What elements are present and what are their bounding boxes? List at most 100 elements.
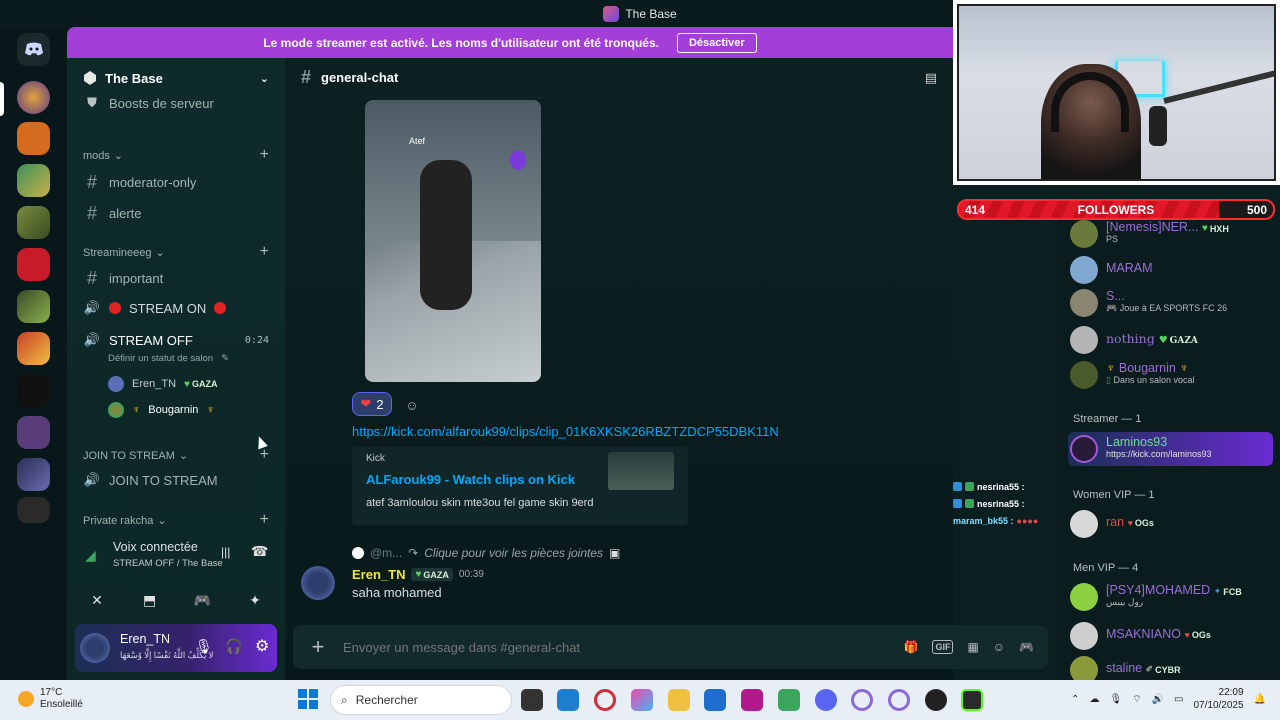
- app-icon[interactable]: [557, 689, 579, 711]
- avatar[interactable]: [80, 633, 110, 663]
- task-view-icon[interactable]: [521, 689, 543, 711]
- taskbar-search[interactable]: ⌕ Rechercher: [330, 685, 512, 715]
- gear-icon[interactable]: ⚙: [255, 636, 269, 656]
- obs-icon[interactable]: [925, 689, 947, 711]
- server-icon-3[interactable]: [17, 164, 50, 197]
- avatar: [1070, 583, 1098, 611]
- category-private-rakcha[interactable]: Private rakcha ⌄: [83, 514, 167, 528]
- member-item[interactable]: MSAKNIANO ♥ OGs: [1070, 622, 1211, 650]
- emoji-icon[interactable]: ☺: [993, 640, 1005, 654]
- wifi-icon[interactable]: ⌔: [1132, 693, 1141, 706]
- taskbar-clock[interactable]: 22:09 07/10/2025: [1193, 686, 1243, 712]
- voice-user-bougarnin[interactable]: ♆ Bougarnin ♆: [67, 402, 285, 418]
- message-link[interactable]: https://kick.com/alfarouk99/clips/clip_0…: [352, 424, 779, 439]
- gif-icon[interactable]: GIF: [932, 640, 954, 654]
- add-channel-icon[interactable]: +: [260, 511, 269, 529]
- disable-streamer-mode-button[interactable]: Désactiver: [676, 32, 757, 53]
- opera-gx-icon[interactable]: [851, 689, 873, 711]
- category-streamineeeg[interactable]: Streamineeeg ⌄: [83, 246, 165, 260]
- add-channel-icon[interactable]: +: [260, 446, 269, 464]
- message-author[interactable]: Eren_TN: [352, 567, 405, 582]
- headphones-icon[interactable]: 🎧: [225, 638, 242, 655]
- clip-video[interactable]: Atef: [365, 100, 541, 382]
- kick-icon[interactable]: [961, 689, 983, 711]
- weather-widget[interactable]: 17°C Ensoleillé: [18, 687, 83, 711]
- soundboard-icon[interactable]: |||: [221, 545, 230, 559]
- channel-join-to-stream[interactable]: 🔊 JOIN TO STREAM: [67, 472, 285, 488]
- activity-icon[interactable]: 🎮: [180, 586, 224, 614]
- member-item[interactable]: MARAM: [1070, 256, 1153, 284]
- copilot-icon[interactable]: [631, 689, 653, 711]
- channel-stream-on[interactable]: 🔊 STREAM ON: [67, 300, 285, 316]
- soundboard-button-icon[interactable]: ✦: [233, 586, 277, 614]
- boosts-item[interactable]: ⛊ Boosts de serveur: [67, 95, 285, 111]
- opera-icon[interactable]: [594, 689, 616, 711]
- server-icon-4[interactable]: [17, 206, 50, 239]
- xbox-icon[interactable]: [778, 689, 800, 711]
- add-reaction-icon[interactable]: ☺: [401, 395, 423, 415]
- embed-thumbnail[interactable]: [608, 452, 674, 490]
- server-folder[interactable]: [17, 497, 50, 523]
- apps-icon[interactable]: 🎮: [1019, 640, 1034, 654]
- member-item[interactable]: ♆ Bougarnin ♆ ▯ Dans un salon vocal: [1070, 361, 1195, 389]
- sticker-icon[interactable]: ▦: [967, 640, 978, 654]
- channel-stream-off[interactable]: 🔊 STREAM OFF 0:24: [67, 332, 285, 348]
- chevron-up-icon[interactable]: ⌃: [1071, 694, 1079, 705]
- screen-share-icon[interactable]: ⬒: [128, 586, 172, 614]
- webcam-overlay: [953, 0, 1280, 185]
- discord-home-button[interactable]: [17, 33, 50, 66]
- discord-taskbar-icon[interactable]: [815, 689, 837, 711]
- app-icon[interactable]: [741, 689, 763, 711]
- mic-arm: [1163, 69, 1274, 104]
- add-channel-icon[interactable]: +: [260, 243, 269, 261]
- pencil-icon: ✎: [221, 353, 230, 364]
- member-item[interactable]: ran ♥ OGs: [1070, 510, 1154, 538]
- gift-icon[interactable]: 🎁: [903, 640, 918, 654]
- opera-gx-icon[interactable]: [888, 689, 910, 711]
- avatar[interactable]: [301, 566, 335, 600]
- member-item[interactable]: nothing ♥ GAZA: [1070, 326, 1198, 354]
- server-icon-6[interactable]: [17, 290, 50, 323]
- store-icon[interactable]: [704, 689, 726, 711]
- chevron-down-icon[interactable]: ⌄: [260, 72, 269, 85]
- reply-preview[interactable]: @m... ↷ Clique pour voir les pièces join…: [352, 546, 620, 560]
- message-input[interactable]: [343, 639, 904, 655]
- channel-alerte[interactable]: # alerte: [67, 203, 285, 224]
- windows-start-icon[interactable]: [298, 689, 318, 709]
- notification-icon[interactable]: 🔔: [1254, 694, 1266, 705]
- volume-icon[interactable]: 🔊: [1152, 694, 1164, 705]
- disconnect-icon[interactable]: ☎: [251, 543, 268, 560]
- chat-area: # general-chat ▤ Atef ❤ 2 ☺ https://kick…: [285, 58, 1048, 680]
- member-item[interactable]: Laminos93 https://kick.com/laminos93: [1070, 435, 1212, 463]
- server-icon-2[interactable]: [17, 122, 50, 155]
- channel-status[interactable]: Définir un statut de salon ✎: [67, 353, 285, 364]
- threads-icon[interactable]: ▤: [925, 70, 937, 86]
- server-icon-8[interactable]: [17, 374, 50, 407]
- voice-user-eren[interactable]: Eren_TN ♥ GAZA: [67, 376, 285, 392]
- member-item[interactable]: [PSY4]MOHAMED ✦ FCB رول بيبس: [1070, 583, 1242, 611]
- server-icon-5[interactable]: [17, 248, 50, 281]
- file-explorer-icon[interactable]: [668, 689, 690, 711]
- camera-off-icon[interactable]: ✕: [75, 586, 119, 614]
- user-name[interactable]: Eren_TN: [120, 632, 170, 646]
- category-join-to-stream[interactable]: JOIN TO STREAM ⌄: [83, 449, 188, 463]
- add-channel-icon[interactable]: +: [260, 146, 269, 164]
- member-item[interactable]: [Nemesis]NER... ♥ HXH PS: [1070, 220, 1229, 248]
- member-item[interactable]: S... 🎮 Joue à EA SPORTS FC 26: [1070, 289, 1227, 317]
- server-header[interactable]: The Base ⌄: [67, 58, 285, 98]
- attach-plus-icon[interactable]: +: [293, 634, 343, 660]
- microphone-icon[interactable]: 🎙: [1109, 694, 1122, 705]
- server-icon-10[interactable]: [17, 458, 50, 491]
- category-mods[interactable]: mods ⌄: [83, 149, 123, 163]
- message-timestamp: 00:39: [458, 569, 484, 580]
- server-icon-7[interactable]: [17, 332, 50, 365]
- server-icon-9[interactable]: [17, 416, 50, 449]
- chat-header: # general-chat ▤: [285, 58, 953, 98]
- microphone-icon[interactable]: 🎙: [195, 638, 213, 655]
- server-the-base[interactable]: [17, 81, 50, 114]
- channel-moderator-only[interactable]: # moderator-only: [67, 172, 285, 193]
- battery-icon[interactable]: ▭: [1174, 694, 1183, 705]
- cloud-icon[interactable]: ☁: [1089, 694, 1099, 705]
- channel-important[interactable]: # important: [67, 268, 285, 289]
- heart-reaction[interactable]: ❤ 2: [352, 392, 392, 416]
